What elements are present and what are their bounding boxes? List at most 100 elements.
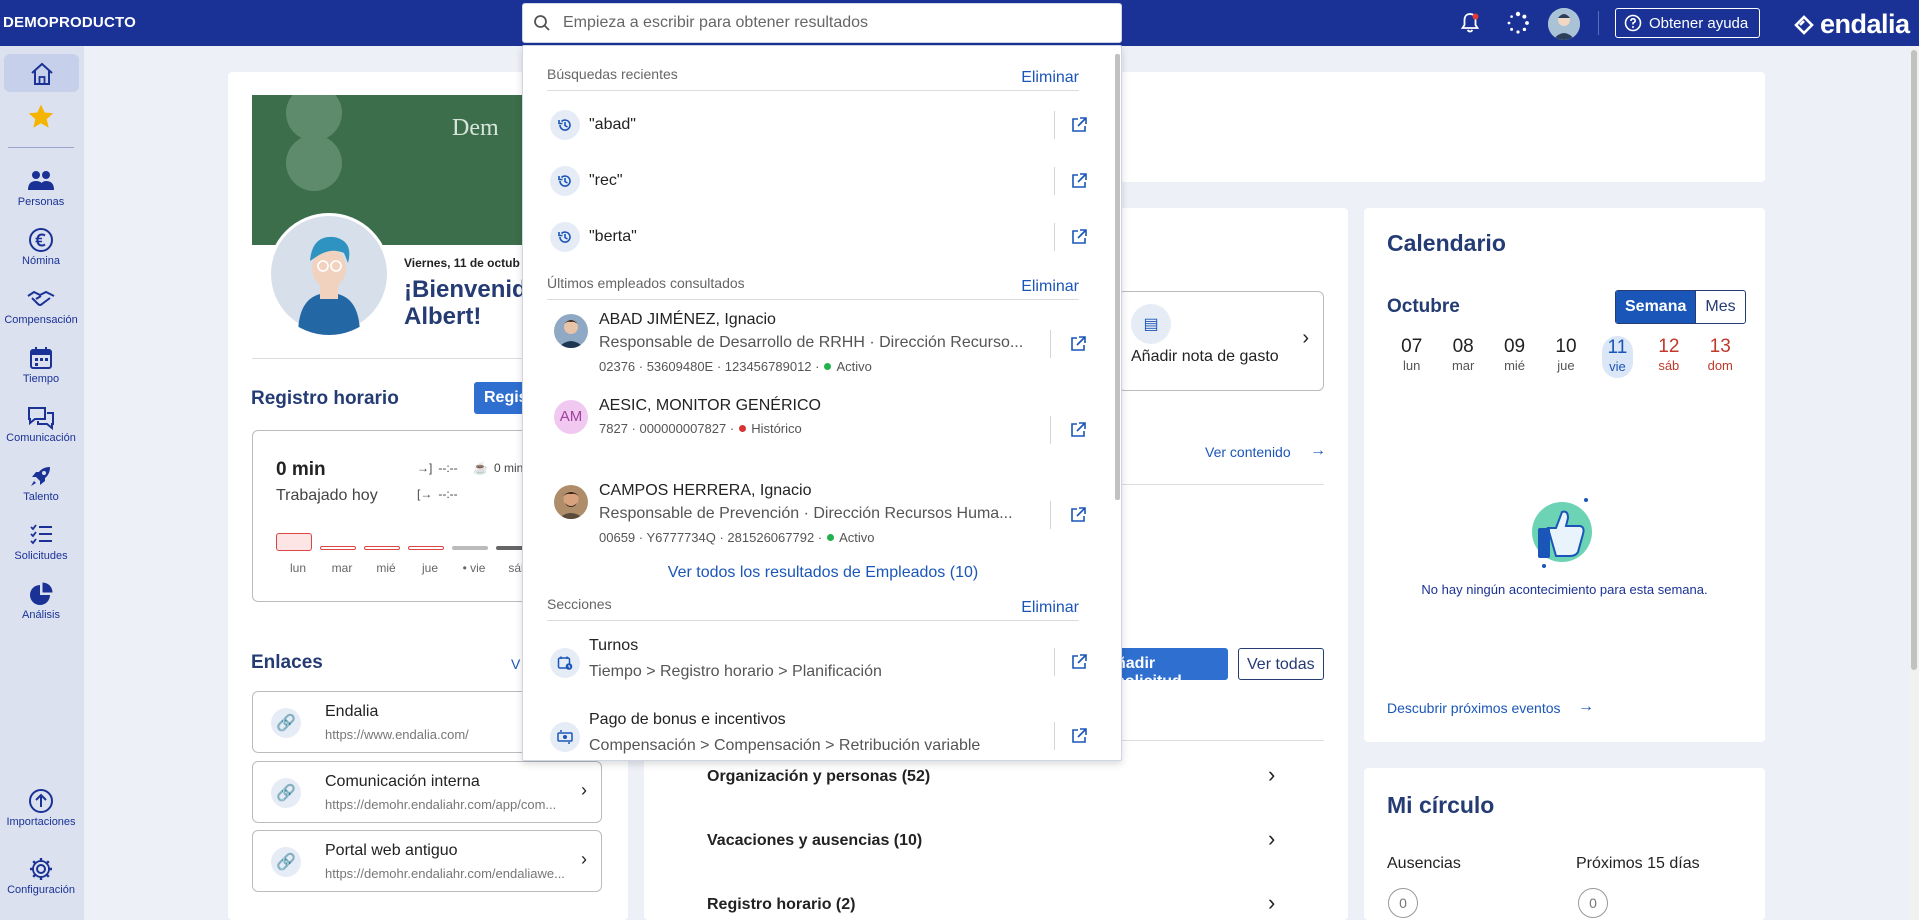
employee-ids: 02376 · 53609480E · 123456789012 · xyxy=(599,359,820,374)
sidebar-item-label: Configuración xyxy=(7,884,75,896)
sidebar-item-nomina[interactable]: Nómina xyxy=(0,227,82,267)
employee-name: AESIC, MONITOR GENÉRICO xyxy=(599,397,821,414)
add-request-button[interactable]: ñadir solicitud xyxy=(1110,648,1228,690)
sidebar-item-configuracion[interactable]: Configuración xyxy=(0,856,82,896)
see-all-requests-button[interactable]: Ver todas xyxy=(1238,648,1324,680)
open-external-icon[interactable] xyxy=(1070,653,1088,671)
get-help-button[interactable]: Obtener ayuda xyxy=(1615,8,1760,38)
request-row-label[interactable]: Vacaciones y ausencias (10) xyxy=(707,832,922,850)
sidebar-item-tiempo[interactable]: Tiempo xyxy=(0,345,82,385)
expense-card[interactable]: ▤ Añadir nota de gasto › xyxy=(1118,291,1324,391)
sidebar-item-label: Importaciones xyxy=(6,816,76,828)
employee-name: ABAD JIMÉNEZ, Ignacio xyxy=(599,311,776,328)
sidebar-favorites[interactable] xyxy=(0,102,82,132)
day-label: mar xyxy=(331,561,353,575)
link-url: https://www.endalia.com/ xyxy=(325,727,469,742)
chevron-right-icon: › xyxy=(1302,327,1309,349)
links-see-all[interactable]: V xyxy=(511,656,520,672)
clear-sections-button[interactable]: Eliminar xyxy=(1021,599,1079,617)
open-external-icon[interactable] xyxy=(1070,172,1088,190)
calendar-day[interactable]: 10 jue xyxy=(1540,336,1591,378)
chevron-right-icon[interactable]: › xyxy=(1268,762,1275,788)
employee-name: CAMPOS HERRERA, Ignacio xyxy=(599,482,812,499)
sidebar-item-analisis[interactable]: Análisis xyxy=(0,581,82,621)
euro-icon xyxy=(28,227,54,253)
calendar-day[interactable]: 13 dom xyxy=(1695,336,1746,378)
company-name: DEMOPRODUCTO xyxy=(3,14,136,31)
arrow-right-icon: → xyxy=(1310,442,1326,459)
section-result[interactable]: Pago de bonus e incentivos Compensación … xyxy=(547,710,1093,760)
open-external-icon[interactable] xyxy=(1069,421,1087,439)
employee-result[interactable]: CAMPOS HERRERA, Ignacio Responsable de P… xyxy=(547,481,1093,551)
day-name: dom xyxy=(1707,358,1733,373)
sidebar-item-solicitudes[interactable]: Solicitudes xyxy=(0,522,82,562)
profile-avatar[interactable] xyxy=(268,213,390,335)
user-avatar[interactable] xyxy=(1548,8,1580,40)
day-name: jue xyxy=(1557,358,1575,373)
link-url: https://demohr.endaliahr.com/app/com... xyxy=(325,797,557,812)
chevron-right-icon[interactable]: › xyxy=(1268,826,1275,852)
section-path: Tiempo > Registro horario > Planificació… xyxy=(589,663,882,680)
link-title: Comunicación interna xyxy=(325,773,480,790)
employee-status: Activo xyxy=(836,359,872,374)
clear-recent-searches-button[interactable]: Eliminar xyxy=(1021,69,1079,87)
discover-events-link[interactable]: Descubrir próximos eventos xyxy=(1387,700,1561,716)
employee-result[interactable]: AM AESIC, MONITOR GENÉRICO 7827 · 000000… xyxy=(547,396,1093,456)
open-external-icon[interactable] xyxy=(1070,116,1088,134)
recent-search-item[interactable]: "berta" xyxy=(547,219,1093,255)
clear-recent-employees-button[interactable]: Eliminar xyxy=(1021,278,1079,296)
link-title: Portal web antiguo xyxy=(325,842,458,859)
open-external-icon[interactable] xyxy=(1070,727,1088,745)
open-external-icon[interactable] xyxy=(1070,228,1088,246)
see-all-employees-link[interactable]: Ver todos los resultados de Empleados (1… xyxy=(523,564,1121,582)
calendar-day[interactable]: 08 mar xyxy=(1437,336,1488,378)
search-results-dropdown: Búsquedas recientes Eliminar "abad" "rec… xyxy=(522,45,1122,761)
employee-meta: 7827 · 000000007827 · Histórico xyxy=(599,421,802,436)
open-external-icon[interactable] xyxy=(1069,335,1087,353)
employee-role: Responsable de Desarrollo de RRHH · Dire… xyxy=(599,334,1024,351)
loading-spinner-icon[interactable] xyxy=(1505,10,1531,36)
link-card[interactable]: 🔗 Portal web antiguo https://demohr.enda… xyxy=(252,830,602,892)
greeting-line-2: Albert! xyxy=(404,303,482,330)
worked-time: 0 min xyxy=(276,459,326,480)
link-icon: 🔗 xyxy=(271,708,301,738)
calendar-day[interactable]: 09 mié xyxy=(1489,336,1540,378)
sidebar-item-label: Análisis xyxy=(22,609,60,621)
open-external-icon[interactable] xyxy=(1069,506,1087,524)
upload-circle-icon xyxy=(28,788,54,814)
employee-result[interactable]: ABAD JIMÉNEZ, Ignacio Responsable de Des… xyxy=(547,310,1093,380)
recent-search-item[interactable]: "abad" xyxy=(547,107,1093,143)
recent-search-text: "berta" xyxy=(589,228,637,245)
sidebar-item-personas[interactable]: Personas xyxy=(0,168,82,208)
chevron-right-icon[interactable]: › xyxy=(1268,890,1275,916)
brand-logo: endalia xyxy=(1792,9,1910,40)
sidebar-home-button[interactable] xyxy=(4,54,79,92)
calendar-day-today[interactable]: 11 vie xyxy=(1592,336,1643,378)
link-card[interactable]: 🔗 Comunicación interna https://demohr.en… xyxy=(252,761,602,823)
request-row-label[interactable]: Registro horario (2) xyxy=(707,896,855,914)
sidebar-item-comunicacion[interactable]: Comunicación xyxy=(0,404,82,444)
recent-search-item[interactable]: "rec" xyxy=(547,163,1093,199)
separator xyxy=(1050,416,1051,444)
calendar-day[interactable]: 07 lun xyxy=(1386,336,1437,378)
day-number: 07 xyxy=(1401,336,1423,357)
sidebar-item-importaciones[interactable]: Importaciones xyxy=(0,788,82,828)
page-scrollbar[interactable] xyxy=(1909,46,1919,920)
section-title: Turnos xyxy=(589,637,639,654)
week-view-button[interactable]: Semana xyxy=(1616,291,1696,323)
section-result[interactable]: Turnos Tiempo > Registro horario > Plani… xyxy=(547,636,1093,688)
page-scrollbar-thumb[interactable] xyxy=(1911,50,1917,670)
sidebar-item-talento[interactable]: Talento xyxy=(0,463,82,503)
calendar-day[interactable]: 12 sáb xyxy=(1643,336,1694,378)
day-labels: lun mar mié jue • vie sáb xyxy=(276,561,556,575)
see-content-link[interactable]: Ver contenido xyxy=(1205,444,1291,460)
sidebar-item-compensacion[interactable]: Compensación xyxy=(0,286,82,326)
notifications-bell-icon[interactable] xyxy=(1457,10,1483,36)
request-row-label[interactable]: Organización y personas (52) xyxy=(707,768,930,786)
dropdown-scrollbar-thumb[interactable] xyxy=(1115,54,1120,500)
calendar-clock-icon xyxy=(550,648,580,678)
sidebar-item-label: Tiempo xyxy=(22,373,60,385)
search-input[interactable] xyxy=(563,14,1103,32)
separator xyxy=(1054,167,1055,195)
month-view-button[interactable]: Mes xyxy=(1695,291,1744,323)
